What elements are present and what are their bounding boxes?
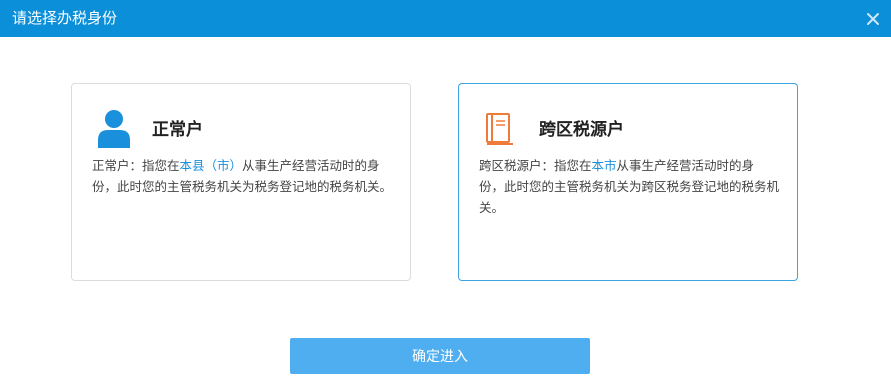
desc-highlight: 本市 [591, 158, 617, 173]
option-card-cross-region[interactable]: 跨区税源户 跨区税源户：指您在本市从事生产经营活动时的身份，此时您的主管税务机关… [458, 83, 798, 281]
dialog-title: 请选择办税身份 [12, 9, 118, 27]
option-desc-normal: 正常户：指您在本县（市）从事生产经营活动时的身份，此时您的主管税务机关为税务登记… [92, 155, 392, 197]
option-title-normal: 正常户 [152, 120, 203, 140]
desc-prefix: 跨区税源户：指您在 [479, 158, 592, 173]
option-desc-cross-region: 跨区税源户：指您在本市从事生产经营活动时的身份，此时您的主管税务机关为跨区税务登… [479, 155, 779, 218]
tax-identity-dialog: 请选择办税身份 正常户 正常户：指您在本县（市）从事生产经营活动时的身份，此时您… [0, 0, 891, 390]
book-icon [483, 108, 519, 148]
dialog-titlebar: 请选择办税身份 [0, 0, 891, 37]
desc-prefix: 正常户：指您在 [92, 158, 180, 173]
user-icon [96, 108, 132, 148]
desc-highlight: 本县（市） [179, 158, 243, 173]
option-title-cross-region: 跨区税源户 [539, 120, 624, 140]
confirm-enter-button[interactable]: 确定进入 [290, 338, 590, 374]
close-icon[interactable] [865, 11, 881, 27]
option-card-normal[interactable]: 正常户 正常户：指您在本县（市）从事生产经营活动时的身份，此时您的主管税务机关为… [71, 83, 411, 281]
